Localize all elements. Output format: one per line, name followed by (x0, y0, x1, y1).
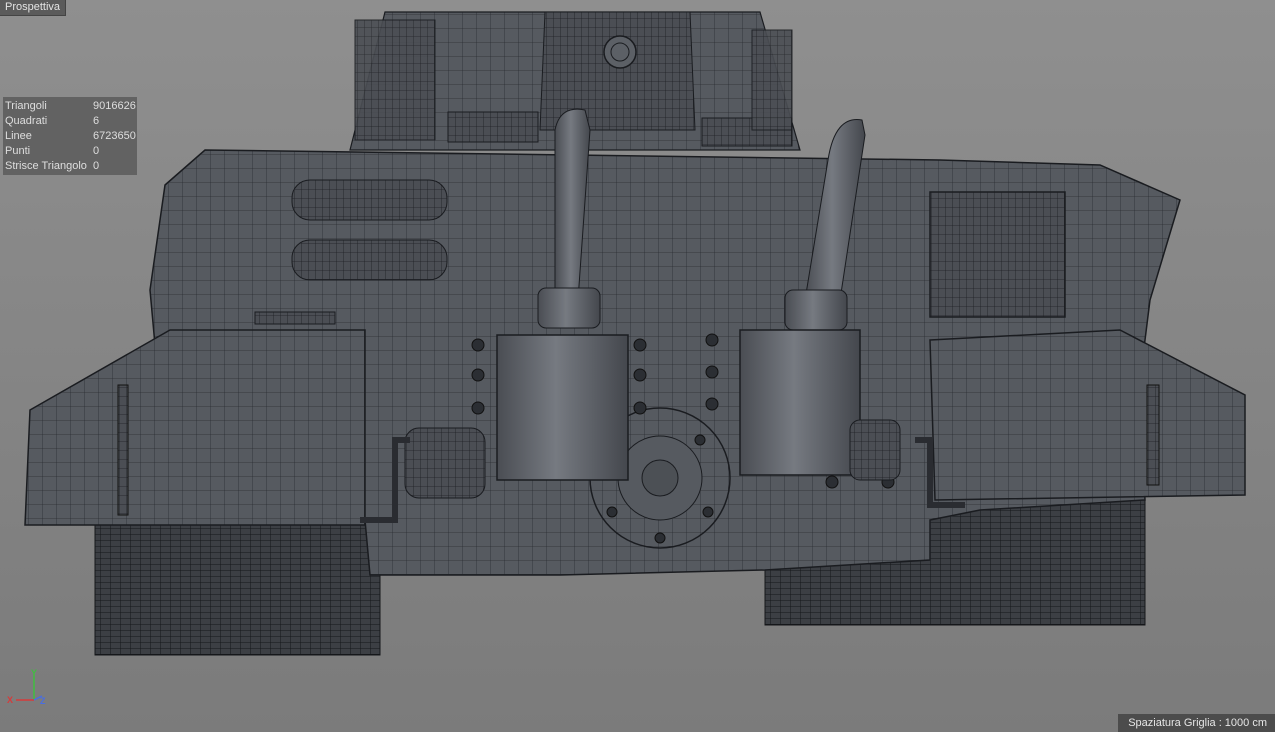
stat-value: 0 (93, 160, 100, 172)
scene-stats-overlay: Triangoli 9016626 Quadrati 6 Linee 67236… (3, 97, 137, 175)
stat-row: Quadrati 6 (5, 114, 137, 129)
stat-row: Linee 6723650 (5, 129, 137, 144)
view-tab-perspective[interactable]: Prospettiva (0, 0, 67, 16)
stat-label: Strisce Triangolo (5, 160, 87, 172)
3d-viewport[interactable]: Prospettiva Triangoli 9016626 Quadrati 6… (0, 0, 1275, 732)
grid-spacing-label: Spaziatura Griglia : 1000 cm (1118, 714, 1275, 732)
stat-value: 6723650 (93, 130, 136, 142)
stat-row: Strisce Triangolo 0 (5, 159, 137, 174)
axis-x-label: X (7, 695, 14, 705)
stat-row: Triangoli 9016626 (5, 99, 137, 114)
stat-label: Linee (5, 130, 32, 142)
stat-label: Quadrati (5, 115, 48, 127)
axis-z-label: Z (40, 696, 46, 706)
stat-label: Punti (5, 145, 31, 157)
axis-gizmo: Y X Z (4, 668, 52, 712)
stat-value: 0 (93, 145, 100, 157)
tank-wireframe-model[interactable] (0, 0, 1275, 732)
stat-value: 9016626 (93, 100, 136, 112)
stat-label: Triangoli (5, 100, 47, 112)
stat-row: Punti 0 (5, 144, 137, 159)
stat-value: 6 (93, 115, 100, 127)
axis-y-label: Y (31, 668, 38, 678)
